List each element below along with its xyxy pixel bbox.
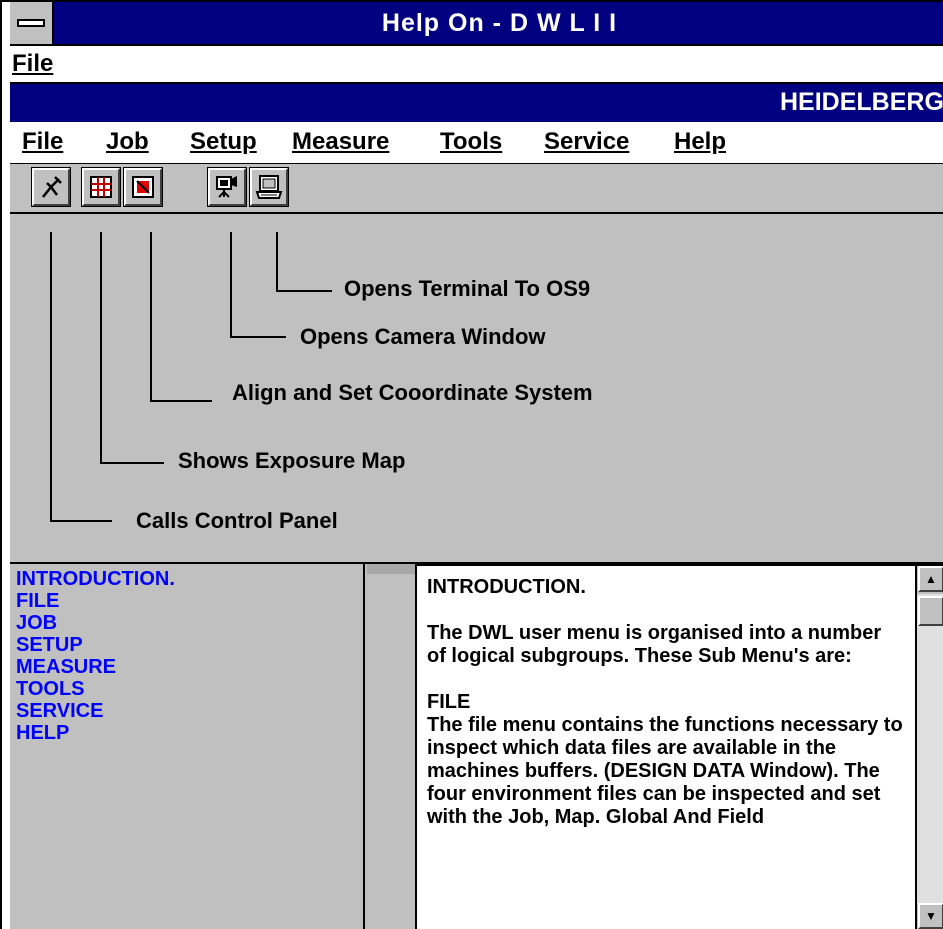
vertical-scrollbar[interactable]: ▲ ▼ (915, 564, 943, 929)
exposure-map-button[interactable] (81, 167, 121, 207)
help-paragraph-intro: The DWL user menu is organised into a nu… (427, 622, 882, 667)
exposure-map-icon (90, 176, 112, 198)
arrow-down-icon: ▼ (925, 909, 937, 923)
menu-job-label: Job (106, 128, 149, 155)
contents-link-job[interactable]: JOB (16, 612, 357, 634)
terminal-pointer-leader (276, 290, 332, 292)
app-banner: HEIDELBERG (10, 84, 943, 122)
menu-tools-label: Tools (440, 128, 503, 155)
arrow-up-icon: ▲ (925, 572, 937, 586)
control-panel-button[interactable] (31, 167, 71, 207)
camera-label: Opens Camera Window (300, 324, 546, 349)
camera-pointer-line (230, 232, 232, 338)
menu-measure[interactable]: Measure (292, 128, 389, 156)
contents-link-introduction[interactable]: INTRODUCTION. (16, 568, 357, 590)
terminal-pointer-line (276, 232, 278, 292)
banner-text: HEIDELBERG (780, 88, 943, 116)
help-heading: INTRODUCTION. (427, 576, 586, 598)
contents-link-help[interactable]: HELP (16, 722, 357, 744)
title-bar[interactable]: Help On - D W L I I (10, 2, 943, 46)
control-label: Calls Control Panel (136, 508, 338, 533)
help-window: Help On - D W L I I File HEIDELBERG File… (0, 0, 943, 929)
toolbar-legend-diagram: Opens Terminal To OS9 Opens Camera Windo… (10, 214, 943, 564)
help-section-title: FILE (427, 691, 471, 713)
scroll-down-button[interactable]: ▼ (918, 903, 943, 929)
contents-list: INTRODUCTION. FILE JOB SETUP MEASURE TOO… (10, 564, 365, 929)
scroll-up-button[interactable]: ▲ (918, 566, 943, 592)
camera-button[interactable] (207, 167, 247, 207)
align-label: Align and Set Cooordinate System (232, 380, 593, 405)
align-pointer-leader (150, 400, 212, 402)
camera-icon (216, 176, 237, 198)
terminal-label: Opens Terminal To OS9 (344, 276, 591, 301)
app-menu-bar: File Job Setup Measure Tools Service Hel… (10, 122, 943, 164)
menu-help-label: Help (674, 128, 727, 155)
help-paragraph-file: The file menu contains the functions nec… (427, 714, 903, 828)
menu-setup[interactable]: Setup (190, 128, 257, 156)
help-body: INTRODUCTION. FILE JOB SETUP MEASURE TOO… (10, 564, 943, 929)
pane-splitter[interactable] (367, 564, 415, 929)
contents-link-measure[interactable]: MEASURE (16, 656, 357, 678)
control-pointer-line (50, 232, 52, 522)
help-file-menu-label: File (12, 50, 54, 77)
contents-link-file[interactable]: FILE (16, 590, 357, 612)
menu-file-label: File (22, 128, 64, 155)
help-menu-bar: File (10, 46, 943, 84)
scroll-track[interactable] (917, 594, 943, 904)
scroll-thumb[interactable] (918, 596, 943, 626)
system-menu-button[interactable] (10, 2, 54, 44)
menu-tools[interactable]: Tools (440, 128, 502, 156)
menu-service-label: Service (544, 128, 630, 155)
control-panel-icon (42, 176, 62, 198)
contents-link-tools[interactable]: TOOLS (16, 678, 357, 700)
contents-link-service[interactable]: SERVICE (16, 700, 357, 722)
exposure-label: Shows Exposure Map (178, 448, 406, 473)
exposure-pointer-leader (100, 462, 164, 464)
align-coordinate-button[interactable] (123, 167, 163, 207)
contents-link-setup[interactable]: SETUP (16, 634, 357, 656)
exposure-pointer-line (100, 232, 102, 464)
splitter-shade (367, 564, 415, 574)
camera-pointer-leader (230, 336, 286, 338)
menu-job[interactable]: Job (106, 128, 149, 156)
system-menu-icon (17, 19, 45, 27)
align-coordinate-icon (132, 176, 154, 198)
window-title: Help On - D W L I I (381, 9, 618, 37)
menu-service[interactable]: Service (544, 128, 629, 156)
help-file-menu[interactable]: File (12, 50, 53, 78)
help-text-pane: INTRODUCTION. The DWL user menu is organ… (415, 564, 915, 929)
control-pointer-leader (50, 520, 112, 522)
terminal-icon (255, 175, 283, 199)
toolbar (10, 164, 943, 214)
menu-measure-label: Measure (292, 128, 390, 155)
menu-setup-label: Setup (190, 128, 257, 155)
menu-file[interactable]: File (22, 128, 63, 156)
align-pointer-line (150, 232, 152, 402)
terminal-button[interactable] (249, 167, 289, 207)
menu-help[interactable]: Help (674, 128, 726, 156)
